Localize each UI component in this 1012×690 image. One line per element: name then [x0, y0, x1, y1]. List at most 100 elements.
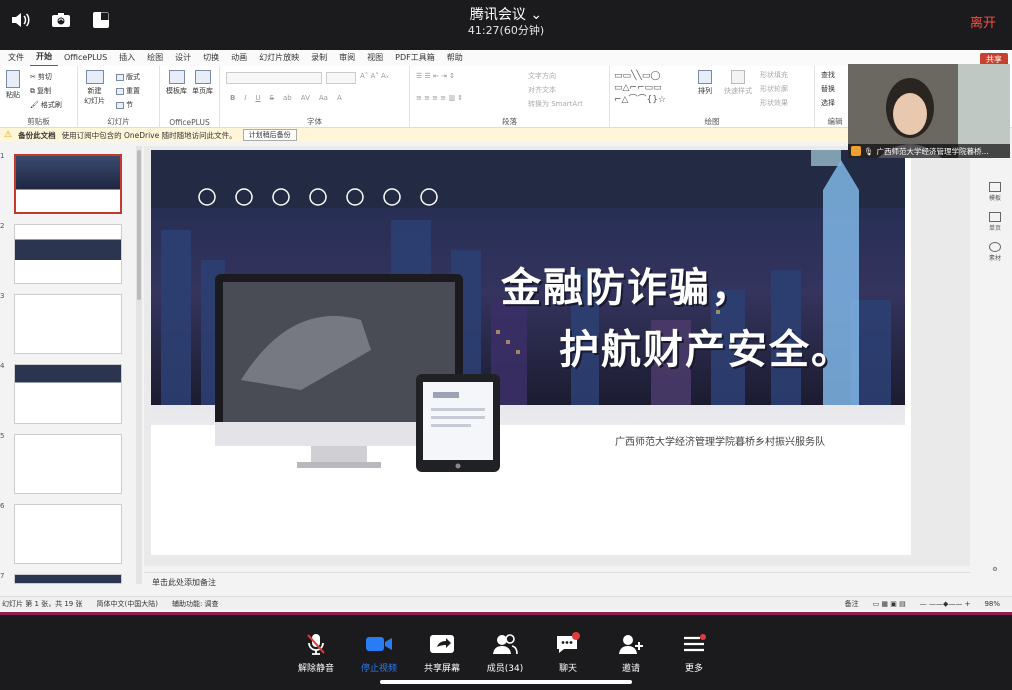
tab-view[interactable]: 视图	[361, 50, 389, 66]
copy-button[interactable]: ⧉ 复制	[30, 86, 51, 96]
material-pane-button[interactable]: 素材	[984, 242, 1006, 262]
slide-counter: 幻灯片 第 1 张，共 19 张	[2, 599, 83, 608]
gear-icon[interactable]: ⚙	[984, 566, 1006, 573]
align-text-label: 对齐文本	[528, 86, 556, 94]
smartart-button[interactable]: 转换为 SmartArt	[528, 99, 583, 109]
unmute-button[interactable]: 解除静音	[286, 631, 346, 674]
tab-record[interactable]: 录制	[305, 50, 333, 66]
brush-icon: 🖌	[30, 101, 39, 109]
find-label: 查找	[821, 71, 835, 79]
single-page-pane-label: 单页	[988, 225, 1001, 232]
paste-button[interactable]: 粘贴	[6, 70, 20, 100]
thumb-number: 1	[0, 152, 5, 160]
tab-draw[interactable]: 绘图	[141, 50, 169, 66]
slide-thumbnail-2[interactable]	[14, 224, 122, 284]
tab-help[interactable]: 帮助	[441, 50, 469, 66]
share-screen-button[interactable]: 共享屏幕	[412, 631, 472, 674]
reset-icon	[116, 87, 124, 95]
reset-button[interactable]: 重置	[116, 86, 140, 96]
tab-file[interactable]: 文件	[2, 50, 30, 66]
copy-icon: ⧉	[30, 86, 35, 95]
reset-label: 重置	[126, 87, 140, 95]
layout-button[interactable]: 版式	[116, 72, 140, 82]
more-icon	[684, 634, 706, 652]
current-slide[interactable]: 金融防诈骗， 护航财产安全。 广西师范大学经济管理学院暮桥乡村振兴服务队	[151, 150, 911, 555]
font-size-select[interactable]	[326, 72, 356, 84]
backup-notice-bar: ⚠ 备份此文档 使用订阅中包含的 OneDrive 随时随地访问此文件。 计划稍…	[0, 128, 848, 142]
tab-transitions[interactable]: 切换	[197, 50, 225, 66]
shape-outline-button[interactable]: 形状轮廓	[760, 84, 788, 94]
stop-video-label: 停止视频	[360, 664, 397, 674]
find-button[interactable]: 查找	[821, 70, 835, 80]
members-button[interactable]: 成员(34)	[475, 631, 535, 674]
slide-thumbnail-6[interactable]	[14, 504, 122, 564]
meeting-title[interactable]: 腾讯会议 ⌄	[0, 4, 1012, 24]
single-page-library-label: 单页库	[192, 87, 213, 95]
notes-toggle[interactable]: 备注	[845, 599, 859, 609]
format-painter-label: 格式刷	[40, 101, 62, 109]
meeting-timer: 41:27(60分钟)	[467, 24, 545, 37]
tab-insert[interactable]: 插入	[113, 50, 141, 66]
thumbnails-scroll-thumb[interactable]	[137, 150, 141, 300]
slides-group-label: 幻灯片	[107, 117, 130, 126]
warning-icon: ⚠	[4, 130, 13, 140]
tab-review[interactable]: 审阅	[333, 50, 361, 66]
slide-thumbnail-4[interactable]	[14, 364, 122, 424]
participant-video-tile[interactable]: 🎙 广西师范大学经济管理学院暮桥...	[848, 64, 1010, 158]
shape-fill-button[interactable]: 形状填充	[760, 70, 788, 80]
slide-thumbnail-7[interactable]	[14, 574, 122, 584]
zoom-slider[interactable]: — ——◆—— +	[920, 600, 971, 608]
quick-styles-icon	[731, 70, 745, 84]
font-grow-shrink-buttons[interactable]: A˄ A˅ Aₓ	[360, 72, 389, 80]
tab-design[interactable]: 设计	[169, 50, 197, 66]
tab-animations[interactable]: 动画	[225, 50, 253, 66]
shape-effects-label: 形状效果	[760, 99, 788, 107]
font-name-select[interactable]	[226, 72, 322, 84]
smartart-label: 转换为 SmartArt	[528, 100, 583, 108]
tab-home[interactable]: 开始	[30, 49, 58, 67]
new-slide-button[interactable]: 新建 幻灯片	[84, 70, 105, 106]
single-page-pane-button[interactable]: 单页	[984, 212, 1006, 232]
tab-officeplus[interactable]: OfficePLUS	[58, 50, 113, 66]
more-button[interactable]: 更多	[664, 631, 724, 674]
invite-button[interactable]: 邀请	[601, 631, 661, 674]
template-library-label: 模板库	[166, 87, 187, 95]
chat-button[interactable]: 聊天	[538, 631, 598, 674]
font-style-buttons[interactable]: B I U Sab AV Aa A	[230, 94, 342, 102]
thumb-number: 3	[0, 292, 5, 300]
notes-pane[interactable]: 单击此处添加备注	[144, 572, 970, 590]
single-page-library-button[interactable]: 单页库	[192, 70, 213, 96]
scissors-icon: ✂	[30, 73, 36, 81]
shape-effects-button[interactable]: 形状效果	[760, 98, 788, 108]
slide-thumbnail-3[interactable]	[14, 294, 122, 354]
leave-button[interactable]: 离开	[970, 12, 996, 31]
format-painter-button[interactable]: 🖌 格式刷	[30, 100, 62, 110]
view-buttons[interactable]: ▭ ▦ ▣ ▤	[873, 600, 906, 608]
section-button[interactable]: 节	[116, 100, 133, 110]
select-button[interactable]: 选择	[821, 98, 835, 108]
zoom-level[interactable]: 98%	[984, 600, 1000, 608]
backup-later-button[interactable]: 计划稍后备份	[242, 129, 297, 141]
replace-label: 替换	[821, 85, 835, 93]
template-pane-button[interactable]: 模板	[984, 182, 1006, 202]
template-library-button[interactable]: 模板库	[166, 70, 187, 96]
alignment-buttons[interactable]: ≡ ≡ ≡ ≡ ▥ ⇕	[416, 94, 463, 102]
language-indicator[interactable]: 简体中文(中国大陆)	[97, 599, 158, 609]
single-page-icon	[194, 70, 211, 84]
tab-pdf-tools[interactable]: PDF工具箱	[389, 50, 441, 66]
quick-styles-button[interactable]: 快速样式	[724, 70, 752, 96]
drawing-group: ▭▭╲╲▭◯ ▭△⌐⌐▭▭ ⌐△⌒⌒{}☆ 排列 快速样式 形状填充 形状轮廓 形状…	[610, 66, 815, 128]
accessibility-indicator[interactable]: 辅助功能: 调查	[172, 599, 219, 609]
list-buttons[interactable]: ☰ ☰ ⇤ ⇥ ↕	[416, 72, 455, 80]
shapes-gallery[interactable]: ▭▭╲╲▭◯ ▭△⌐⌐▭▭ ⌐△⌒⌒{}☆	[614, 70, 692, 108]
text-direction-button[interactable]: 文字方向	[528, 71, 556, 81]
align-text-button[interactable]: 对齐文本	[528, 85, 556, 95]
slide-thumbnail-5[interactable]	[14, 434, 122, 494]
tab-slideshow[interactable]: 幻灯片放映	[253, 50, 305, 66]
arrange-button[interactable]: 排列	[698, 70, 712, 96]
stop-video-button[interactable]: 停止视频	[349, 631, 409, 674]
cut-button[interactable]: ✂ 剪切	[30, 72, 52, 82]
replace-button[interactable]: 替换	[821, 84, 835, 94]
invite-icon	[619, 635, 643, 654]
slide-thumbnail-1[interactable]	[14, 154, 122, 214]
